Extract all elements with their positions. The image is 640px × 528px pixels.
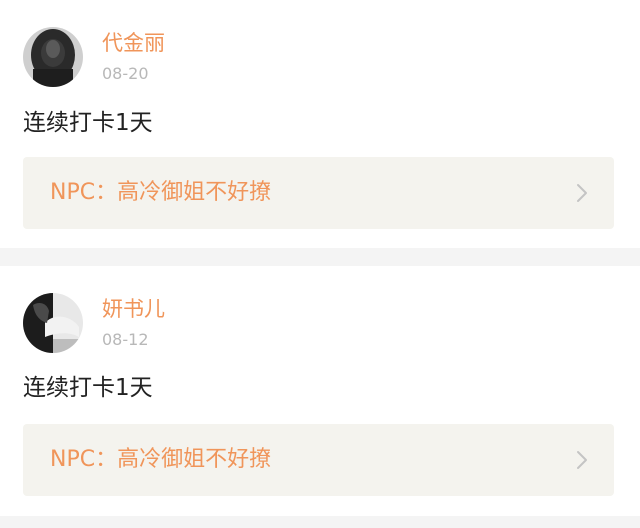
post-date: 08-12 xyxy=(102,330,149,349)
npc-link[interactable]: NPC：高冷御姐不好撩 xyxy=(23,157,614,229)
post-date: 08-20 xyxy=(102,64,149,83)
post-card: 妍书儿 08-12 连续打卡1天 NPC：高冷御姐不好撩 xyxy=(0,266,640,516)
username[interactable]: 代金丽 xyxy=(102,30,165,56)
npc-label: NPC：高冷御姐不好撩 xyxy=(50,180,272,205)
user-avatar[interactable] xyxy=(23,293,83,353)
npc-link[interactable]: NPC：高冷御姐不好撩 xyxy=(23,424,614,496)
avatar-photo-icon xyxy=(23,293,83,353)
feed-list: 代金丽 08-20 连续打卡1天 NPC：高冷御姐不好撩 妍书儿 08-12 连… xyxy=(0,0,640,528)
post-content: 连续打卡1天 xyxy=(23,110,153,136)
post-content: 连续打卡1天 xyxy=(23,375,153,401)
post-card: 代金丽 08-20 连续打卡1天 NPC：高冷御姐不好撩 xyxy=(0,0,640,248)
chevron-right-icon xyxy=(577,184,587,202)
npc-label: NPC：高冷御姐不好撩 xyxy=(50,447,272,472)
username[interactable]: 妍书儿 xyxy=(102,296,165,322)
chevron-right-icon xyxy=(577,451,587,469)
avatar-photo-icon xyxy=(23,27,83,87)
user-avatar[interactable] xyxy=(23,27,83,87)
